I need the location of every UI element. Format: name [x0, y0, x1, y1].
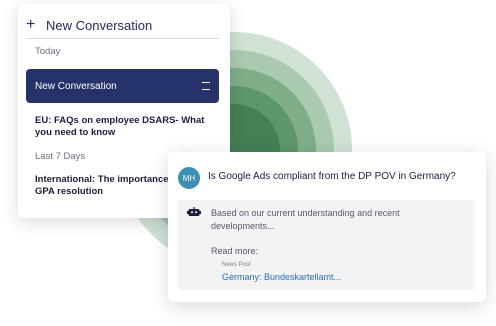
chat-panel: MH Is Google Ads compliant from the DP P…: [168, 152, 486, 302]
answer-text: Based on our current understanding and r…: [211, 208, 400, 231]
menu-icon[interactable]: [202, 82, 210, 90]
assistant-answer: Based on our current understanding and r…: [178, 200, 475, 290]
active-conversation-item[interactable]: New Conversation: [26, 69, 219, 103]
conversation-item[interactable]: EU: FAQs on employee DSARS- What you nee…: [35, 115, 221, 139]
news-type-label: News Post: [222, 262, 251, 268]
new-conversation-button[interactable]: + New Conversation: [26, 14, 220, 39]
section-today-label: Today: [35, 46, 61, 57]
read-more-label: Read more:: [211, 246, 259, 256]
avatar: MH: [178, 167, 200, 189]
plus-icon: +: [26, 16, 36, 33]
robot-icon: [187, 207, 201, 216]
news-link[interactable]: Germany: Bundeskartellamt...: [222, 272, 341, 282]
active-conversation-label: New Conversation: [35, 80, 117, 92]
user-question: Is Google Ads compliant from the DP POV …: [208, 171, 456, 182]
section-last7-label: Last 7 Days: [35, 151, 86, 162]
new-conversation-label: New Conversation: [46, 17, 153, 33]
